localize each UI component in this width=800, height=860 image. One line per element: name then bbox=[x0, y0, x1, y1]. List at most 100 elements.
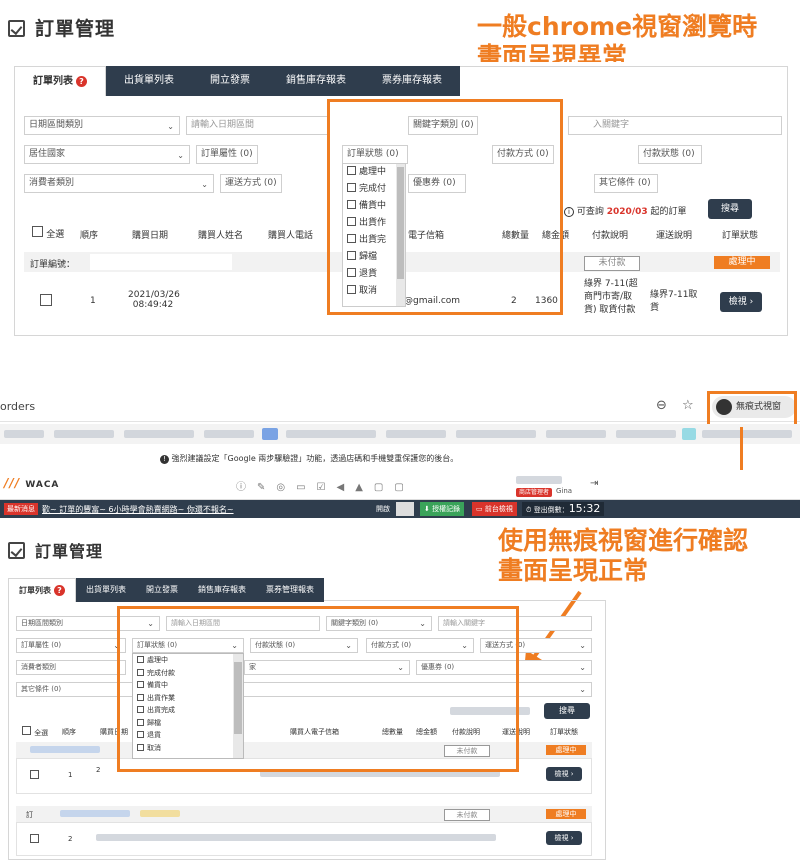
select-all[interactable]: 全選 bbox=[22, 726, 48, 738]
col-payment: 付款說明 bbox=[592, 231, 629, 241]
bookmark-item[interactable] bbox=[682, 428, 696, 440]
news-tag: 最新消息 bbox=[4, 503, 38, 515]
row-delivery-desc: 綠界7-11取貨 bbox=[650, 290, 698, 313]
bookmark-item[interactable] bbox=[262, 428, 278, 440]
tab-shipments[interactable]: 出貨單列表 bbox=[76, 578, 136, 602]
logout-timer: ⏱ 登出倒數：15:32 bbox=[522, 502, 605, 516]
url-bar[interactable]: orders bbox=[0, 400, 35, 413]
chevron-down-icon: ⌄ bbox=[579, 663, 586, 672]
role-badge: 商店管理者 bbox=[516, 488, 553, 497]
security-notice: ! 強烈建議設定「Google 兩步驟驗證」功能，透過店碼和手機雙重保護您的後台… bbox=[160, 453, 458, 464]
order-status-badge: 處理中 bbox=[546, 809, 586, 819]
help-icon[interactable]: ? bbox=[54, 585, 65, 596]
records-button[interactable]: ⬇ 授權記錄 bbox=[420, 502, 465, 516]
row-date: 2 bbox=[96, 766, 101, 774]
row-index: 1 bbox=[68, 771, 73, 779]
tab-ticket-report[interactable]: 票券管理報表 bbox=[256, 578, 324, 602]
tab-ticket-report[interactable]: 票券庫存報表 bbox=[364, 66, 460, 96]
consumer-type-select[interactable]: 消費者類別 ⌄ bbox=[24, 174, 214, 193]
nav-icons[interactable]: ⓘ✎◎▭☑◀▲▢▢ bbox=[236, 478, 415, 493]
star-icon[interactable]: ☆ bbox=[682, 398, 694, 413]
row-index: 2 bbox=[68, 835, 73, 843]
annotation-line: 一般chrome視窗瀏覽時 bbox=[477, 12, 758, 41]
delivery-select[interactable]: 運送方式 (0) bbox=[220, 174, 282, 193]
chevron-down-icon: ⌄ bbox=[579, 641, 586, 650]
switch-label: 開啟 bbox=[376, 505, 390, 513]
user-name: Gina bbox=[556, 487, 573, 495]
keyword-input[interactable]: 入關鍵字 bbox=[568, 116, 782, 135]
bookmark-item[interactable] bbox=[204, 430, 254, 438]
bookmark-item[interactable] bbox=[702, 430, 792, 438]
view-button[interactable]: 檢視 › bbox=[546, 831, 582, 845]
order-no-label: 訂 bbox=[26, 811, 33, 819]
bookmark-item[interactable] bbox=[546, 430, 606, 438]
order-no-value bbox=[90, 254, 232, 270]
chevron-down-icon: ⌄ bbox=[201, 180, 208, 189]
col-phone: 購買人電話 bbox=[268, 231, 314, 241]
col-status: 訂單狀態 bbox=[550, 728, 578, 736]
row-checkbox[interactable] bbox=[30, 770, 39, 782]
query-note: i 可查詢 2020/03 起的訂單 bbox=[564, 204, 687, 217]
col-delivery: 運送說明 bbox=[656, 231, 693, 241]
tab-orders[interactable]: 訂單列表? bbox=[8, 578, 76, 602]
bookmark-item[interactable] bbox=[4, 430, 44, 438]
consumer-type-select[interactable]: 消費者類別 bbox=[16, 660, 126, 675]
zoom-icon[interactable]: ⊖ bbox=[656, 398, 667, 413]
clipboard-check-icon bbox=[8, 20, 25, 37]
bookmark-item[interactable] bbox=[616, 430, 676, 438]
col-name: 購買人姓名 bbox=[198, 231, 244, 241]
payment-status-badge: 未付款 bbox=[444, 809, 490, 821]
search-button[interactable]: 搜尋 bbox=[708, 199, 752, 219]
tab-shipments[interactable]: 出貨單列表 bbox=[106, 66, 192, 96]
tab-orders[interactable]: 訂單列表? bbox=[14, 66, 106, 96]
clipboard-check-icon bbox=[8, 542, 25, 559]
news-link[interactable]: 歡~ 訂單的豐富~ 6小時學會熱賣網路~ 你還不報名~ bbox=[42, 504, 234, 515]
row-checkbox[interactable] bbox=[40, 294, 52, 309]
tab-sales-report[interactable]: 銷售庫存報表 bbox=[268, 66, 364, 96]
annotation-bottom: 使用無痕視窗進行確認 畫面呈現正常 bbox=[498, 526, 748, 586]
page-title: 訂單管理 bbox=[8, 14, 115, 41]
tab-sales-report[interactable]: 銷售庫存報表 bbox=[188, 578, 256, 602]
view-button[interactable]: 檢視 › bbox=[546, 767, 582, 781]
browser-toolbar bbox=[0, 392, 800, 422]
payment-status-badge: 未付款 bbox=[584, 256, 640, 271]
bookmark-item[interactable] bbox=[386, 430, 446, 438]
order-tag-blurred bbox=[140, 810, 180, 817]
chevron-down-icon: ⌄ bbox=[579, 685, 586, 694]
row-payment-desc: 綠界 7-11(超商門市寄/取貨) 取貨付款 bbox=[584, 279, 638, 315]
date-range-input[interactable]: 請輸入日期區間 bbox=[186, 116, 330, 135]
row-checkbox[interactable] bbox=[30, 834, 39, 846]
bookmark-item[interactable] bbox=[456, 430, 536, 438]
row-data-blurred bbox=[96, 834, 496, 841]
switch-toggle[interactable] bbox=[396, 502, 414, 516]
row-index: 1 bbox=[90, 296, 96, 306]
tab-invoice[interactable]: 開立發票 bbox=[136, 578, 188, 602]
col-index: 順序 bbox=[80, 231, 99, 241]
bookmark-item[interactable] bbox=[286, 430, 376, 438]
waca-logo[interactable]: /// WACA bbox=[4, 476, 59, 490]
logout-icon[interactable]: ⇥ bbox=[590, 478, 598, 489]
order-status-badge: 處理中 bbox=[714, 256, 770, 269]
order-status-badge: 處理中 bbox=[546, 745, 586, 755]
select-all-checkbox[interactable] bbox=[32, 226, 43, 237]
tab-invoice[interactable]: 開立發票 bbox=[192, 66, 268, 96]
highlight-box-bottom bbox=[117, 606, 519, 772]
search-button[interactable]: 搜尋 bbox=[544, 703, 590, 719]
bookmark-item[interactable] bbox=[124, 430, 194, 438]
help-icon[interactable]: ? bbox=[76, 76, 87, 87]
page-title-bottom: 訂單管理 bbox=[8, 538, 103, 562]
country-select[interactable]: 居住國家 ⌄ bbox=[24, 145, 190, 164]
frontend-button[interactable]: ▭ 前台檢視 bbox=[472, 502, 517, 516]
view-button[interactable]: 檢視 › bbox=[720, 292, 762, 312]
order-attr-select[interactable]: 訂單屬性 (0) ⌄ bbox=[16, 638, 126, 653]
order-attr-select[interactable]: 訂單屬性 (0) bbox=[196, 145, 258, 164]
order-no-blurred bbox=[60, 810, 130, 817]
store-name bbox=[516, 476, 562, 484]
select-all[interactable]: 全選 bbox=[32, 226, 64, 240]
highlight-box-top bbox=[327, 99, 563, 315]
bookmark-item[interactable] bbox=[54, 430, 114, 438]
other-conditions-select[interactable]: 其它條件 (0) bbox=[594, 174, 658, 193]
payment-status-select[interactable]: 付款狀態 (0) bbox=[638, 145, 702, 164]
date-type-select[interactable]: 日期區間類別 ⌄ bbox=[24, 116, 180, 135]
order-no-label: 訂單編號： bbox=[30, 260, 76, 270]
